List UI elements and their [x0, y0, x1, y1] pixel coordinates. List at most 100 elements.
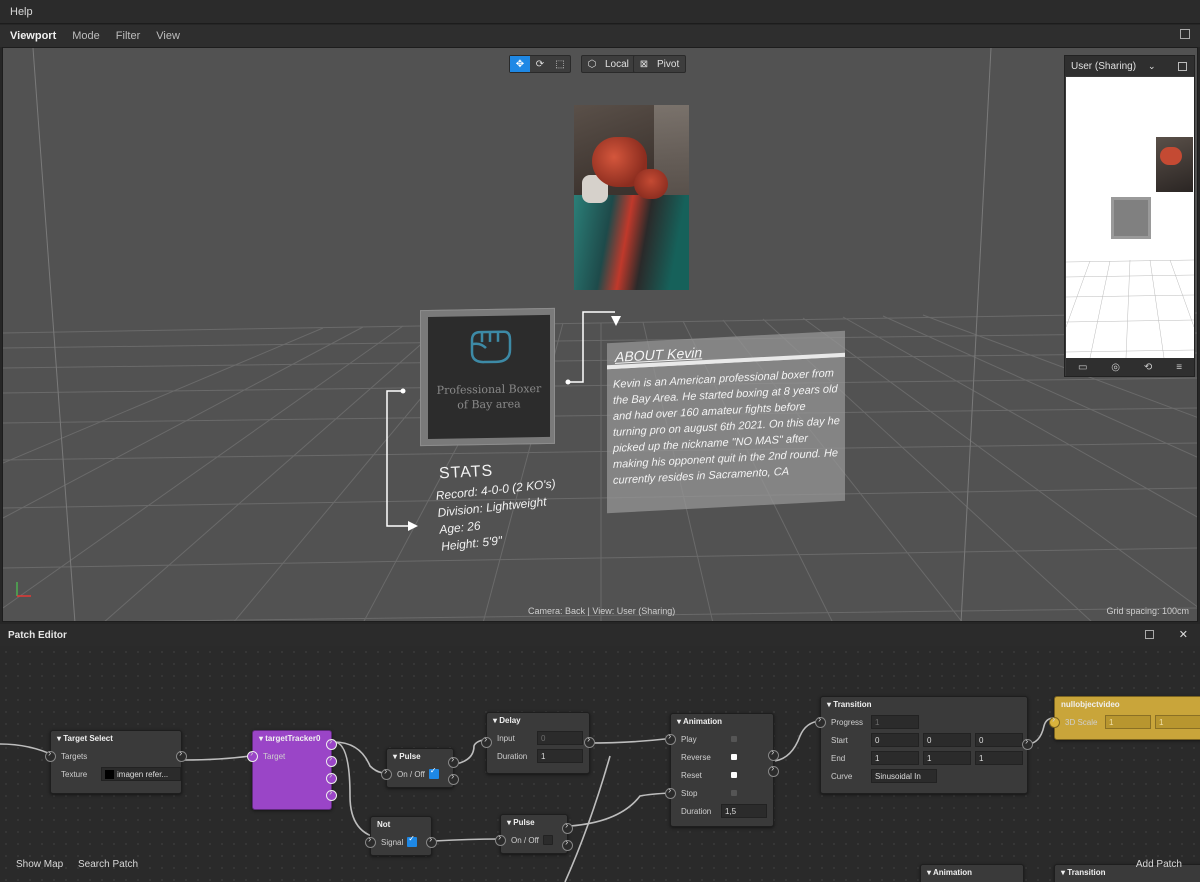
output-port[interactable]	[562, 820, 573, 834]
input-port[interactable]	[481, 734, 492, 748]
output-port[interactable]	[562, 837, 573, 851]
end-z-field[interactable]: 1	[975, 751, 1023, 765]
start-z-field[interactable]: 0	[975, 733, 1023, 747]
viewport[interactable]: ✥ ⟳ ⬚ ⬡ Local ⊠ Pivot Professional Boxer…	[2, 47, 1198, 622]
scale-x-field[interactable]: 1	[1105, 715, 1151, 729]
show-map-button[interactable]: Show Map	[16, 859, 63, 870]
output-port[interactable]	[584, 734, 595, 748]
popout-icon[interactable]	[1177, 61, 1187, 71]
boxer-video-plane[interactable]	[574, 105, 689, 290]
animation-duration-field[interactable]: 1,5	[721, 804, 767, 818]
not-node[interactable]: Not Signal	[365, 816, 437, 856]
input-port[interactable]	[1049, 714, 1060, 728]
rotate-tool-icon[interactable]: ⟳	[530, 56, 550, 72]
scale-y-field[interactable]: 1	[1155, 715, 1200, 729]
output-port[interactable]	[1022, 736, 1033, 750]
nullobject-node[interactable]: nullobjectvideo 3D Scale 1 1	[1049, 696, 1200, 740]
local-toggle[interactable]: ⬡ Local	[581, 55, 636, 73]
delay-duration: Duration 1	[487, 747, 589, 765]
input-port[interactable]	[45, 748, 56, 762]
add-patch-button[interactable]: Add Patch	[1136, 859, 1182, 870]
patch-canvas[interactable]: ▾ Target Select Targets Texture imagen r…	[0, 646, 1200, 882]
pivot-toggle[interactable]: ⊠ Pivot	[633, 55, 687, 73]
close-icon[interactable]: ✕	[1179, 628, 1188, 641]
end-y-field[interactable]: 1	[923, 751, 971, 765]
not-title: Not	[377, 820, 391, 829]
output-port[interactable]	[326, 787, 337, 801]
input-port[interactable]	[665, 731, 676, 745]
output-port[interactable]	[448, 771, 459, 785]
popout-icon[interactable]	[1180, 29, 1190, 39]
signal-checkbox[interactable]	[407, 834, 418, 847]
preview-header[interactable]: User (Sharing) ⌄	[1065, 56, 1194, 76]
card-title: Professional Boxer of Bay area	[428, 381, 550, 413]
tab-filter[interactable]: Filter	[116, 30, 140, 42]
input-port[interactable]	[365, 834, 376, 848]
output-port[interactable]	[448, 754, 459, 768]
delay-title: ▾ Delay	[493, 716, 521, 725]
transition-start: Start 0 0 0	[821, 731, 1027, 749]
target-select-texture: Texture imagen refer...	[51, 765, 181, 783]
move-tool-icon[interactable]: ✥	[510, 56, 530, 72]
target-tracker-node[interactable]: ▾ targetTracker0 Target	[247, 730, 337, 810]
viewport-camera-status: Camera: Back | View: User (Sharing)	[528, 606, 676, 616]
preview-screen[interactable]	[1066, 77, 1194, 358]
animation-node[interactable]: ▾ Animation Play Reverse Reset Stop Dura…	[665, 713, 779, 827]
chevron-down-icon[interactable]: ⌄	[1148, 61, 1156, 72]
menu-help[interactable]: Help	[10, 6, 33, 18]
texture-select[interactable]: imagen refer...	[101, 767, 181, 781]
animation-play: Play	[671, 730, 773, 748]
target-select-targets: Targets	[61, 751, 88, 761]
screenshot-icon[interactable]: ◎	[1111, 362, 1120, 373]
boxer-target-card[interactable]: Professional Boxer of Bay area	[420, 307, 555, 447]
tab-mode[interactable]: Mode	[72, 30, 100, 42]
menu-icon[interactable]: ≡	[1176, 362, 1182, 373]
transition-node[interactable]: ▾ Transition Progress 1 Start 0 0 0 End 1…	[815, 696, 1033, 794]
output-port[interactable]	[768, 747, 779, 761]
input-port[interactable]	[381, 766, 392, 780]
pulse-node-1[interactable]: ▾ Pulse On / Off	[381, 748, 459, 788]
start-x-field[interactable]: 0	[871, 733, 919, 747]
onoff-checkbox[interactable]	[428, 766, 439, 779]
pulse-node-2[interactable]: ▾ Pulse On / Off	[495, 814, 573, 854]
delay-input-field[interactable]: 0	[537, 731, 583, 745]
preview-camera-select[interactable]: User (Sharing)	[1071, 61, 1136, 72]
patch-editor-title: Patch Editor	[8, 629, 67, 641]
grid-spacing-label: Grid spacing: 100cm	[1106, 606, 1189, 616]
start-y-field[interactable]: 0	[923, 733, 971, 747]
not-signal: Signal	[371, 833, 431, 851]
transition-curve: Curve Sinusoidal In	[821, 767, 1027, 785]
tab-view[interactable]: View	[156, 30, 180, 42]
curve-select[interactable]: Sinusoidal In	[871, 769, 937, 783]
rotate-device-icon[interactable]: ⟲	[1144, 362, 1152, 373]
preview-footer: ▭ ◎ ⟲ ≡	[1066, 358, 1194, 376]
pulse-title-2: ▾ Pulse	[507, 818, 535, 827]
output-port[interactable]	[768, 763, 779, 777]
output-port[interactable]	[326, 753, 337, 767]
delay-node[interactable]: ▾ Delay Input 0 Duration 1	[481, 712, 595, 774]
video-camera-icon[interactable]: ▭	[1078, 362, 1087, 373]
search-patch-button[interactable]: Search Patch	[78, 859, 138, 870]
input-port[interactable]	[665, 785, 676, 799]
output-port[interactable]	[426, 834, 437, 848]
output-port[interactable]	[326, 770, 337, 784]
popout-icon[interactable]	[1145, 630, 1154, 639]
output-port[interactable]	[326, 736, 337, 750]
input-port[interactable]	[495, 832, 506, 846]
onoff-checkbox[interactable]	[542, 835, 553, 845]
animation-node-2[interactable]: ▾ Animation	[920, 864, 1024, 882]
scale-tool-icon[interactable]: ⬚	[550, 56, 570, 72]
nullobject-title: nullobjectvideo	[1061, 700, 1120, 709]
tab-viewport[interactable]: Viewport	[10, 30, 56, 42]
target-select-node[interactable]: ▾ Target Select Targets Texture imagen r…	[45, 730, 187, 794]
input-port[interactable]	[815, 714, 826, 728]
stats-title: STATS	[438, 462, 494, 483]
output-port[interactable]	[176, 748, 187, 762]
progress-field[interactable]: 1	[871, 715, 919, 729]
end-x-field[interactable]: 1	[871, 751, 919, 765]
input-port[interactable]	[247, 748, 258, 762]
delay-input: Input 0	[487, 729, 589, 747]
fist-icon	[470, 330, 512, 364]
delay-duration-field[interactable]: 1	[537, 749, 583, 763]
about-panel[interactable]: ABOUT Kevin Kevin is an American profess…	[607, 330, 845, 514]
